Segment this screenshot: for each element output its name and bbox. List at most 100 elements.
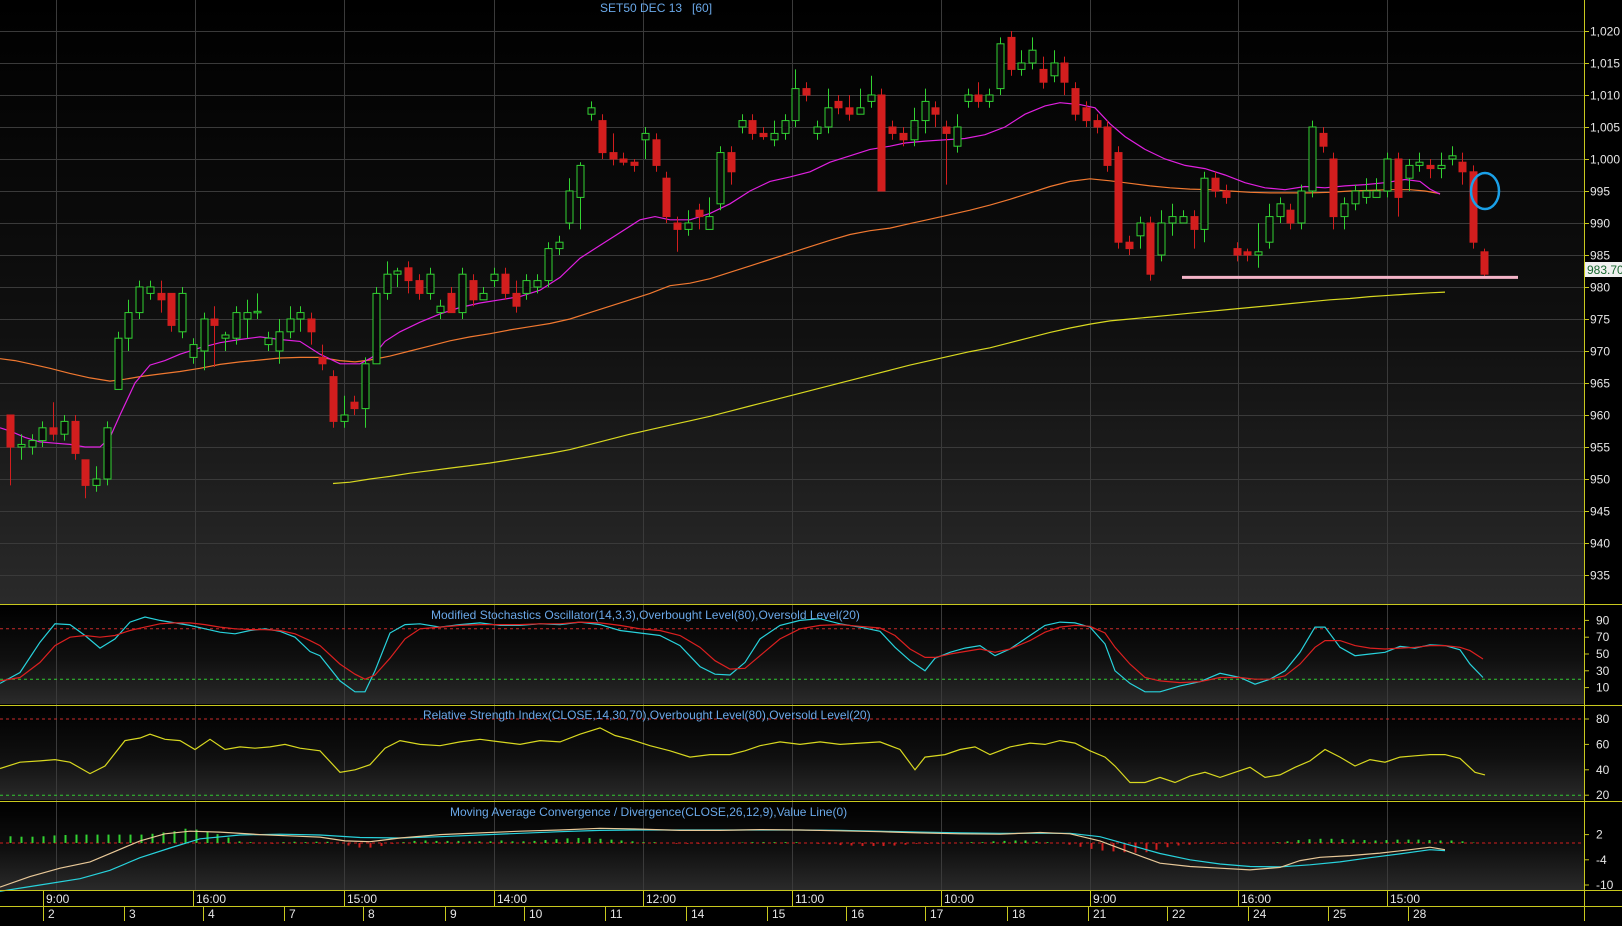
candle-body-77 xyxy=(834,100,843,109)
candle-body-125 xyxy=(1351,190,1360,205)
candle-body-13 xyxy=(146,286,155,294)
candle-body-110 xyxy=(1190,216,1199,230)
candle-body-3 xyxy=(38,427,47,442)
rsi-tick-label-1: 40 xyxy=(1596,763,1610,777)
date-label-1: 3 xyxy=(129,907,136,921)
candle-body-30 xyxy=(329,376,338,422)
time-label-8: 16:00 xyxy=(1241,892,1271,906)
candle-body-54 xyxy=(587,107,596,115)
stoch-tick-label-3: 70 xyxy=(1596,630,1610,644)
price-tick-label-14: 1,005 xyxy=(1590,121,1620,135)
price-tick-label-13: 1,000 xyxy=(1590,153,1620,167)
candle-body-82 xyxy=(888,126,897,134)
time-label-0: 9:00 xyxy=(46,892,70,906)
candle-body-26 xyxy=(286,318,295,333)
candle-body-20 xyxy=(221,334,230,339)
candle-body-106 xyxy=(1146,222,1155,275)
candle-body-57 xyxy=(619,158,628,163)
rsi-tick-label-0: 20 xyxy=(1596,788,1610,802)
candle-body-47 xyxy=(512,292,521,307)
candle-body-15 xyxy=(167,292,176,326)
candle-body-38 xyxy=(415,280,424,294)
candle-body-81 xyxy=(877,94,886,192)
date-label-4: 8 xyxy=(368,907,375,921)
time-label-2: 15:00 xyxy=(347,892,377,906)
price-chart-title: SET50 DEC 13 [60] xyxy=(600,1,712,15)
price-tick-label-12: 995 xyxy=(1590,185,1610,199)
date-label-13: 21 xyxy=(1093,907,1107,921)
candle-body-104 xyxy=(1125,241,1134,250)
candle-body-100 xyxy=(1082,107,1091,122)
date-label-2: 4 xyxy=(208,907,215,921)
candle-body-85 xyxy=(921,100,930,122)
date-label-5: 9 xyxy=(450,907,457,921)
candle-body-14 xyxy=(157,292,166,301)
candle-body-93 xyxy=(1007,36,1016,70)
time-label-4: 12:00 xyxy=(646,892,676,906)
stoch-tick-label-0: 10 xyxy=(1596,681,1610,695)
candle-body-134 xyxy=(1448,155,1457,160)
stoch-panel-title: Modified Stochastics Oscillator(14,3,3),… xyxy=(431,608,860,622)
candle-body-28 xyxy=(307,318,316,333)
candle-body-56 xyxy=(609,152,618,160)
macd-tick-label-1: -4 xyxy=(1596,853,1607,867)
candle-body-76 xyxy=(824,107,833,128)
candle-body-130 xyxy=(1405,164,1414,179)
candle-body-70 xyxy=(759,132,768,138)
candle-body-22 xyxy=(243,312,252,320)
candle-body-64 xyxy=(695,209,704,218)
candle-body-123 xyxy=(1329,158,1338,218)
time-label-9: 15:00 xyxy=(1390,892,1420,906)
stoch-tick-label-2: 50 xyxy=(1596,647,1610,661)
candle-body-24 xyxy=(264,337,273,346)
candle-body-111 xyxy=(1200,177,1209,230)
date-label-10: 16 xyxy=(851,907,865,921)
candle-body-131 xyxy=(1415,161,1424,166)
candle-body-8 xyxy=(92,478,101,486)
candle-body-96 xyxy=(1039,68,1048,83)
candle-body-89 xyxy=(964,94,973,102)
candle-body-95 xyxy=(1028,49,1037,64)
candle-body-65 xyxy=(705,216,714,230)
candle-body-53 xyxy=(576,164,585,198)
candle-body-69 xyxy=(748,120,757,134)
rsi-tick-label-2: 60 xyxy=(1596,737,1610,751)
candle-body-135 xyxy=(1458,161,1467,173)
date-label-0: 2 xyxy=(48,907,55,921)
candle-body-118 xyxy=(1276,203,1285,218)
price-tick-label-15: 1,010 xyxy=(1590,89,1620,103)
price-tick-label-6: 965 xyxy=(1590,377,1610,391)
candle-body-102 xyxy=(1103,126,1112,166)
candle-body-23 xyxy=(253,310,262,314)
candle-body-18 xyxy=(200,318,209,352)
candle-body-44 xyxy=(479,292,488,301)
candle-body-121 xyxy=(1308,126,1317,192)
candle-body-25 xyxy=(275,331,284,352)
candle-body-98 xyxy=(1060,62,1069,83)
candle-body-112 xyxy=(1211,177,1220,192)
candle-body-117 xyxy=(1265,216,1274,243)
candle-body-9 xyxy=(103,427,112,480)
candle-body-132 xyxy=(1426,164,1435,170)
candle-body-133 xyxy=(1437,164,1446,170)
candle-body-71 xyxy=(770,132,779,141)
candle-body-79 xyxy=(856,107,865,115)
candle-body-73 xyxy=(791,88,800,122)
chart-window: 935 940 945 950 955 960 965 970 975 980 985 990 995 1… xyxy=(0,0,1622,921)
date-label-14: 22 xyxy=(1172,907,1186,921)
candle-body-31 xyxy=(340,414,349,422)
price-tick-label-1: 940 xyxy=(1590,537,1610,551)
candle-body-107 xyxy=(1157,222,1166,256)
price-tick-label-8: 975 xyxy=(1590,313,1610,327)
time-label-6: 10:00 xyxy=(944,892,974,906)
candle-body-17 xyxy=(189,344,198,358)
candle-body-49 xyxy=(533,280,542,288)
candle-body-108 xyxy=(1168,216,1177,224)
candle-body-94 xyxy=(1017,62,1026,70)
candle-body-99 xyxy=(1071,88,1080,115)
candle-body-92 xyxy=(996,43,1005,90)
candle-body-32 xyxy=(350,401,359,410)
price-tick-label-17: 1,020 xyxy=(1590,25,1620,39)
candle-body-129 xyxy=(1394,158,1403,198)
price-tick-label-5: 960 xyxy=(1590,409,1610,423)
